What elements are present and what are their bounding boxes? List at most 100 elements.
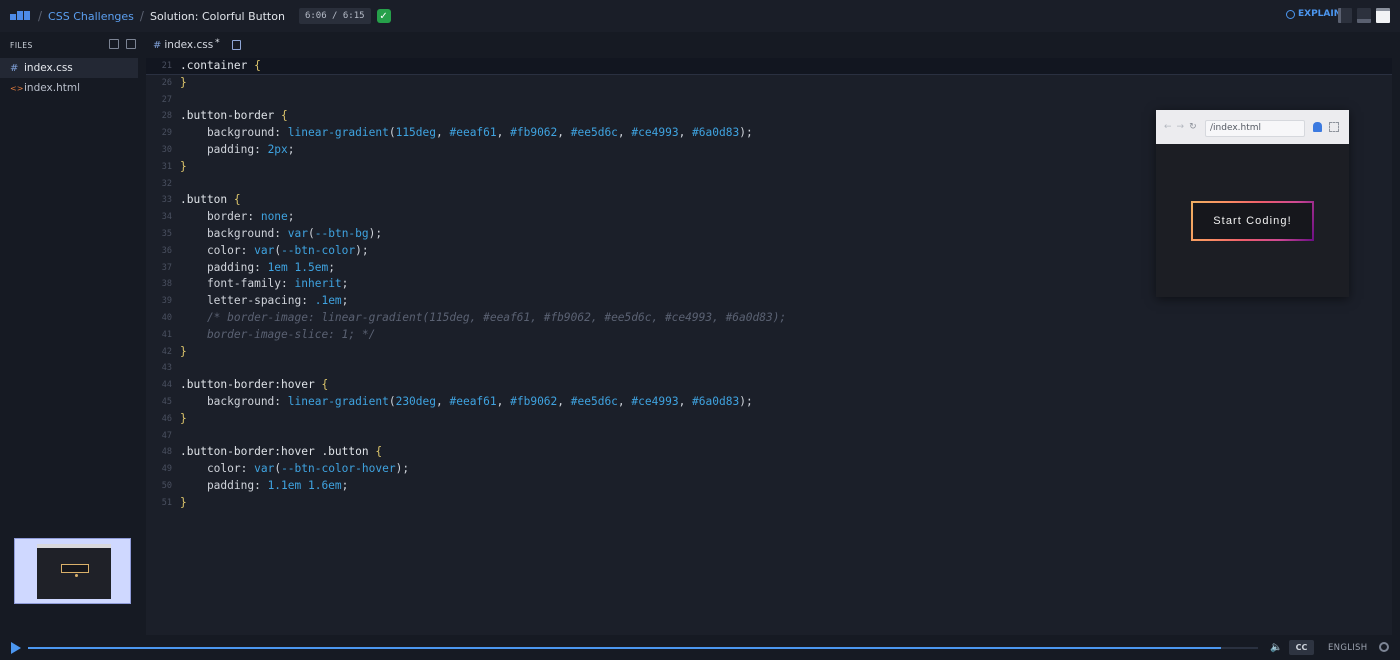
layout-preview-icon[interactable] [1376,8,1390,23]
code-token: .1em [314,294,342,308]
code-token: ; [341,294,349,308]
code-line[interactable]: 41 border-image-slice: 1; */ [146,327,1392,344]
line-number: 44 [161,380,172,391]
code-line[interactable]: 45 background: linear-gradient(230deg, #… [146,394,1392,411]
files-header: FILES [0,32,146,58]
code-token: background: [180,126,288,140]
code-line[interactable]: 49 color: var(--btn-color-hover); [146,461,1392,478]
code-token: padding: [180,478,268,492]
code-token: { [321,378,329,392]
file-item-index-css[interactable]: # index.css [0,58,138,78]
breadcrumb-separator: / [139,9,144,23]
code-token: --btn-bg [314,226,369,240]
code-token: #eeaf61 [449,394,497,408]
line-text: color: var(--btn-color); [172,243,369,260]
code-token: } [180,159,187,173]
line-number: 34 [161,212,172,223]
html-file-icon: <> [10,83,24,93]
new-file-icon[interactable] [109,39,119,49]
code-line[interactable]: 44 .button-border:hover { [146,377,1392,394]
code-token: , [617,126,632,140]
tab-label: index.css [164,39,214,51]
code-token: .button [180,193,234,207]
code-token: border-image-slice: 1; */ [180,327,376,341]
code-line[interactable]: 43 [146,360,1392,377]
line-number: 51 [161,497,172,508]
preview-url-field[interactable]: /index.html [1205,120,1305,137]
captions-button[interactable]: CC [1289,640,1314,655]
line-text [172,428,180,445]
line-number: 40 [161,312,172,323]
code-line[interactable]: 50 padding: 1.1em 1.6em; [146,478,1392,495]
forward-arrow-icon[interactable]: → [1177,122,1185,132]
code-token: ; [341,277,349,291]
code-token: letter-spacing: [180,294,315,308]
code-token: #fb9062 [510,126,558,140]
layout-sidebar-icon[interactable] [1338,8,1352,23]
new-file-icon[interactable] [231,40,241,50]
reload-icon[interactable]: ↻ [1189,122,1197,132]
line-number: 30 [161,144,172,155]
code-line[interactable]: 48 .button-border:hover .button { [146,444,1392,461]
code-line[interactable]: 21 .container { [146,58,1392,75]
code-token: { [254,59,261,72]
code-token: 1em 1.5em [267,260,329,274]
code-token: padding: [180,260,268,274]
bell-icon[interactable] [1313,122,1322,132]
new-folder-icon[interactable] [126,39,136,49]
code-token: ( [308,226,315,240]
code-token: .button-border [180,109,282,123]
code-line[interactable]: 47 [146,428,1392,445]
file-name: index.html [24,82,80,94]
preview-button-border[interactable]: Start Coding! [1191,201,1314,241]
code-token: --btn-color [281,243,356,257]
gear-icon[interactable] [1379,642,1389,652]
line-text: border-image-slice: 1; */ [172,327,375,344]
line-text: /* border-image: linear-gradient(115deg,… [172,310,786,327]
progress-track[interactable] [28,647,1258,649]
breadcrumb-parent-link[interactable]: CSS Challenges [48,10,134,23]
fullscreen-icon[interactable] [1329,122,1339,132]
line-number: 31 [161,161,172,172]
code-token: #6a0d83 [692,126,740,140]
file-item-index-html[interactable]: <> index.html [0,78,146,98]
line-text: background: linear-gradient(230deg, #eea… [172,394,753,411]
code-token: } [180,495,187,509]
code-line[interactable]: 40 /* border-image: linear-gradient(115d… [146,310,1392,327]
explain-button[interactable]: EXPLAIN [1286,9,1341,19]
line-number: 48 [161,447,172,458]
code-token: , [678,394,693,408]
code-token: , [436,126,450,140]
code-line[interactable]: 46} [146,411,1392,428]
line-number: 38 [161,279,172,290]
code-line[interactable]: 26} [146,75,1392,92]
line-number: 29 [161,128,172,139]
code-token: #ce4993 [631,394,679,408]
volume-icon[interactable]: 🔈 [1270,642,1282,653]
language-selector[interactable]: ENGLISH [1328,643,1367,653]
code-token: #ce4993 [631,126,679,140]
modified-indicator: * [215,37,220,48]
back-arrow-icon[interactable]: ← [1164,122,1172,132]
line-text: background: linear-gradient(115deg, #eea… [172,125,753,142]
start-coding-button[interactable]: Start Coding! [1193,203,1312,239]
code-line[interactable]: 42} [146,344,1392,361]
code-line[interactable]: 51} [146,495,1392,512]
scrimba-logo-icon[interactable] [10,11,32,21]
play-icon[interactable] [11,642,21,654]
layout-split-icon[interactable] [1357,8,1371,23]
editor-tab-bar: # index.css * [146,32,1392,58]
code-token: } [180,75,187,89]
code-token: /* border-image: linear-gradient(115deg,… [180,310,787,324]
tab-index-css[interactable]: # index.css * [153,37,241,51]
line-number: 41 [161,329,172,340]
line-text: padding: 1em 1.5em; [172,260,335,277]
code-line[interactable]: 27 [146,92,1392,109]
code-token: ; [287,210,295,224]
code-token: { [233,193,241,207]
explain-label: EXPLAIN [1298,9,1342,19]
code-token: ; [287,142,295,156]
line-number: 27 [161,94,172,105]
video-thumbnail[interactable] [14,538,131,604]
code-token: #6a0d83 [692,394,740,408]
